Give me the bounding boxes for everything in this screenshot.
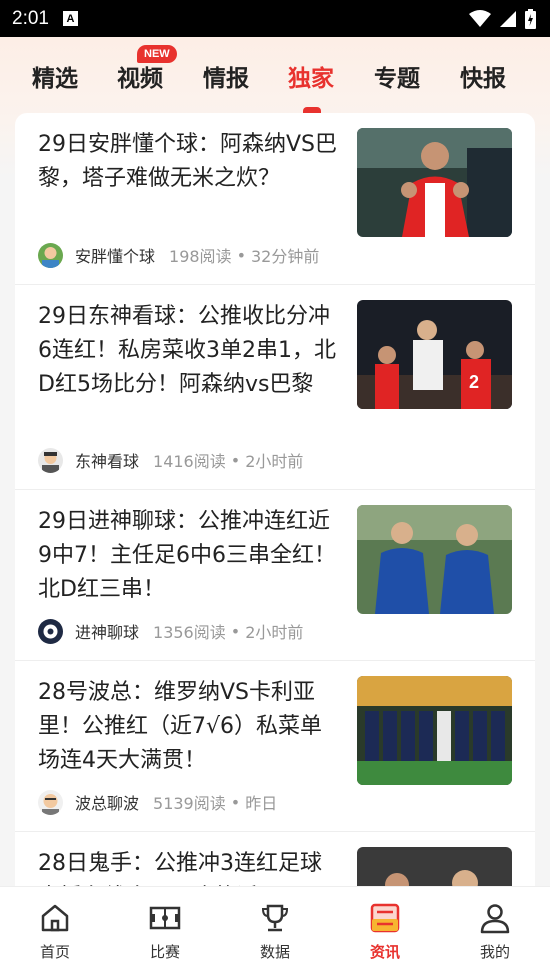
read-count: 5139阅读 xyxy=(153,794,226,813)
home-icon xyxy=(41,904,69,932)
battery-icon xyxy=(525,8,536,29)
article-title[interactable]: 28号波总：维罗纳VS卡利亚里！公推红（近7√6）私菜单场连4天大满贯！ xyxy=(38,676,338,778)
article-thumbnail[interactable] xyxy=(357,505,512,614)
news-icon xyxy=(370,903,400,933)
article-item[interactable]: 28号波总：维罗纳VS卡利亚里！公推红（近7√6）私菜单场连4天大满贯！ 波总聊… xyxy=(15,661,535,832)
nav-news[interactable]: 资讯 xyxy=(345,901,425,962)
article-title[interactable]: 29日进神聊球：公推冲连红近9中7！主任足6中6三串全红！北D红三串！ xyxy=(38,505,338,607)
svg-text:2: 2 xyxy=(469,372,479,392)
article-meta: 安胖懂个球 198阅读 • 32分钟前 xyxy=(38,242,348,268)
tab-topics[interactable]: 专题 xyxy=(374,59,420,93)
signal-icon xyxy=(500,10,516,27)
pitch-icon xyxy=(149,906,181,930)
publish-time: 2小时前 xyxy=(245,623,304,642)
status-icons xyxy=(469,8,536,29)
tab-exclusive[interactable]: 独家 xyxy=(288,59,334,93)
nav-label: 数据 xyxy=(259,943,290,961)
author-name[interactable]: 波总聊波 xyxy=(75,790,139,814)
article-item[interactable]: 29日安胖懂个球：阿森纳VS巴黎，塔子难做无米之炊？ 安胖懂个球 198阅读 •… xyxy=(15,113,535,285)
nav-profile[interactable]: 我的 xyxy=(455,901,535,962)
author-avatar xyxy=(38,447,63,473)
category-tabs: 精选 视频 NEW 情报 独家 专题 快报 xyxy=(0,37,550,115)
publish-time: 2小时前 xyxy=(245,452,304,471)
author-avatar xyxy=(38,242,63,268)
author-name[interactable]: 东神看球 xyxy=(75,448,139,472)
article-meta: 东神看球 1416阅读 • 2小时前 xyxy=(38,447,348,473)
wifi-icon xyxy=(469,9,491,27)
new-badge: NEW xyxy=(137,45,177,63)
article-item[interactable]: 29日进神聊球：公推冲连红近9中7！主任足6中6三串全红！北D红三串！ 进神聊球… xyxy=(15,490,535,661)
tab-flash[interactable]: 快报 xyxy=(460,59,506,93)
meta-separator: • xyxy=(230,450,241,470)
article-meta: 波总聊波 5139阅读 • 昨日 xyxy=(38,789,348,815)
nav-label: 比赛 xyxy=(149,943,180,961)
read-count: 1356阅读 xyxy=(153,623,226,642)
nav-matches[interactable]: 比赛 xyxy=(125,901,205,962)
author-avatar xyxy=(38,789,63,815)
tab-jingxuan[interactable]: 精选 xyxy=(32,59,78,93)
publish-time: 32分钟前 xyxy=(251,247,320,266)
article-thumbnail[interactable] xyxy=(357,676,512,785)
author-name[interactable]: 进神聊球 xyxy=(75,619,139,643)
article-title[interactable]: 29日安胖懂个球：阿森纳VS巴黎，塔子难做无米之炊？ xyxy=(38,128,338,196)
nav-data[interactable]: 数据 xyxy=(235,901,315,962)
nav-label: 资讯 xyxy=(369,943,400,961)
status-bar: 2:01 A xyxy=(0,0,550,37)
read-count: 1416阅读 xyxy=(153,452,226,471)
publish-time: 昨日 xyxy=(245,794,278,813)
article-title[interactable]: 29日东神看球：公推收比分冲6连红！私房菜收3单2串1，北D红5场比分！阿森纳v… xyxy=(38,300,338,402)
author-name[interactable]: 安胖懂个球 xyxy=(75,243,155,267)
nav-home[interactable]: 首页 xyxy=(15,901,95,962)
article-thumbnail[interactable]: 2 xyxy=(357,300,512,409)
article-thumbnail[interactable] xyxy=(357,128,512,237)
tab-video[interactable]: 视频 xyxy=(117,59,163,93)
article-feed: 29日安胖懂个球：阿森纳VS巴黎，塔子难做无米之炊？ 安胖懂个球 198阅读 •… xyxy=(15,113,535,903)
meta-separator: • xyxy=(230,792,241,812)
profile-icon xyxy=(480,904,510,934)
article-meta: 进神聊球 1356阅读 • 2小时前 xyxy=(38,618,348,644)
tab-intel[interactable]: 情报 xyxy=(203,59,249,93)
meta-separator: • xyxy=(236,245,246,265)
read-count: 198阅读 xyxy=(169,247,232,266)
meta-separator: • xyxy=(230,621,241,641)
status-time: 2:01 xyxy=(12,7,49,29)
notification-icon: A xyxy=(62,11,78,26)
article-item[interactable]: 29日东神看球：公推收比分冲6连红！私房菜收3单2串1，北D红5场比分！阿森纳v… xyxy=(15,285,535,490)
author-avatar xyxy=(38,618,63,644)
trophy-icon xyxy=(261,904,289,932)
bottom-navigation: 首页 比赛 数据 资讯 我的 xyxy=(0,886,550,979)
nav-label: 我的 xyxy=(479,943,510,961)
nav-label: 首页 xyxy=(39,943,70,961)
